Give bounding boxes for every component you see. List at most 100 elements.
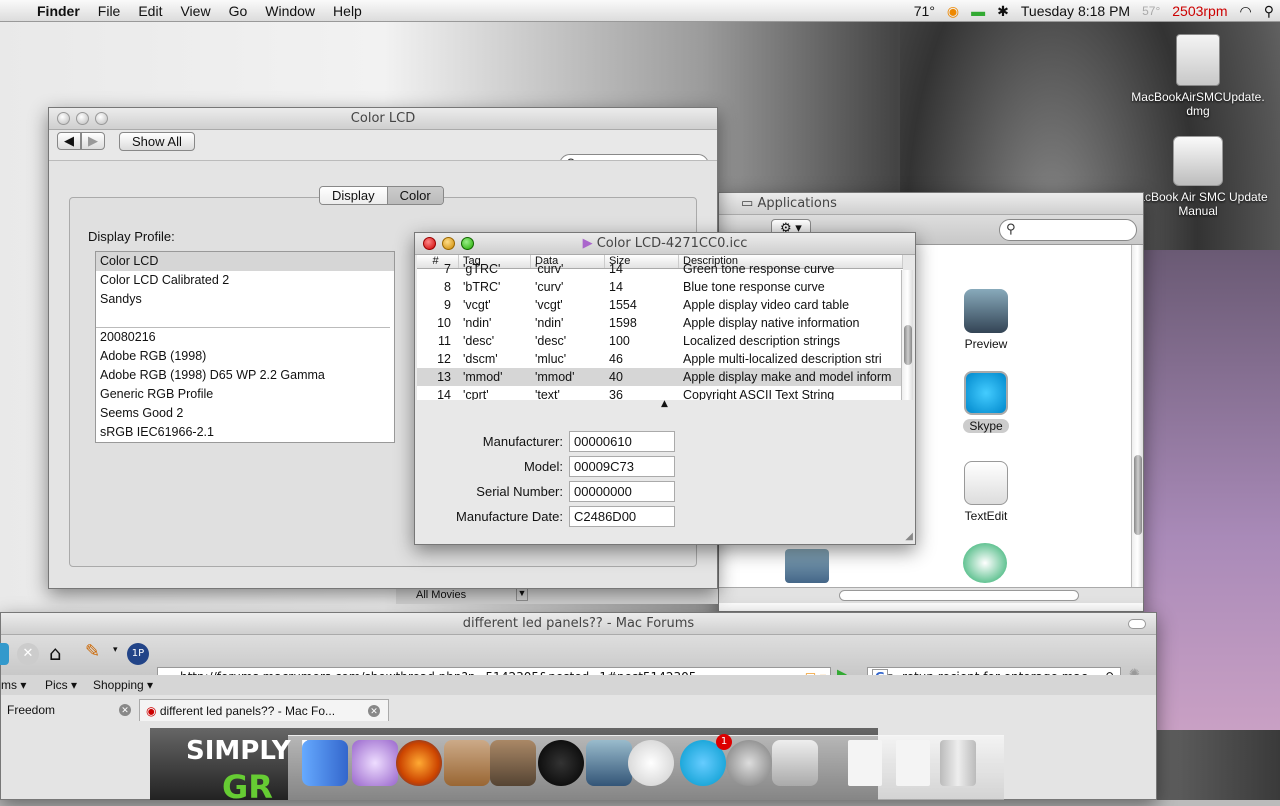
finder-dock-icon[interactable]: [302, 740, 348, 786]
tab-display[interactable]: Display: [320, 187, 388, 204]
menu-view[interactable]: View: [180, 3, 210, 19]
show-all-button[interactable]: Show All: [119, 132, 195, 151]
app-textedit[interactable]: TextEdit: [941, 461, 1031, 523]
pencil-icon[interactable]: ✎: [85, 641, 100, 662]
profile-item[interactable]: 20080216: [96, 328, 394, 347]
desktop-icon-dmg[interactable]: MacBookAirSMCUpdate.dmg: [1128, 34, 1268, 118]
table-row-selected[interactable]: 13'mmod''mmod' 40 Apple display make and m…: [417, 368, 903, 386]
table-row[interactable]: 7'gTRC''curv' 14 Green tone response curve: [417, 260, 903, 278]
table-row[interactable]: 12'dscm''mluc' 46 Apple multi-localized de…: [417, 350, 903, 368]
tab-freedom[interactable]: Freedom ✕: [1, 699, 137, 721]
back-button[interactable]: ◀: [57, 132, 81, 150]
menu-file[interactable]: File: [98, 3, 121, 19]
app-preview[interactable]: Preview: [941, 289, 1031, 351]
status-wifi-orange-icon[interactable]: ◉: [947, 3, 959, 20]
ical-dock-icon[interactable]: [628, 740, 674, 786]
iphoto-dock-icon[interactable]: [490, 740, 536, 786]
tab-different-led-panels[interactable]: ◉ different led panels?? - Mac Fo... ✕: [139, 699, 389, 721]
zoom-button[interactable]: [461, 237, 474, 250]
table-row[interactable]: 8'bTRC''curv' 14 Blue tone response curve: [417, 278, 903, 296]
table-row[interactable]: 10'ndin''ndin' 1598 Apple display native i…: [417, 314, 903, 332]
table-row[interactable]: 14'cprt''text' 36 Copyright ASCII Text Str…: [417, 386, 903, 400]
forward-button[interactable]: ▶: [81, 132, 105, 150]
menu-window[interactable]: Window: [265, 3, 315, 19]
profile-item[interactable]: Generic RGB Profile: [96, 385, 394, 404]
tab-close-icon[interactable]: ✕: [119, 704, 131, 716]
bluetooth-icon[interactable]: ✱: [997, 3, 1009, 20]
app-icon-ladybug[interactable]: [963, 543, 1007, 583]
tab-color[interactable]: Color: [387, 187, 443, 204]
profile-item[interactable]: sRGB IEC61966-2.1: [96, 423, 394, 442]
tag-table[interactable]: # Tag Data Size Description 7'gTRC''curv…: [417, 255, 903, 400]
profile-item[interactable]: Adobe RGB (1998): [96, 347, 394, 366]
app-skype[interactable]: Skype: [941, 371, 1031, 433]
tag-detail-fields: Manufacturer: 00000610 Model: 00009C73 Ser…: [415, 429, 695, 529]
battery-icon[interactable]: ▬: [971, 3, 985, 19]
social-dock-icon[interactable]: [772, 740, 818, 786]
profile-item[interactable]: Seems Good 2: [96, 404, 394, 423]
fan-rpm[interactable]: 2503rpm: [1172, 3, 1227, 19]
split-handle-icon[interactable]: ▲: [661, 399, 668, 409]
preview-dock-icon[interactable]: [586, 740, 632, 786]
serial-number-field[interactable]: 00000000: [569, 481, 675, 502]
minimize-button[interactable]: [76, 112, 89, 125]
resize-grip-icon[interactable]: ◢: [905, 531, 913, 542]
bookmark-folder-shopping[interactable]: Shopping ▾: [93, 675, 153, 695]
document-dock-icon[interactable]: [848, 740, 882, 786]
applications-search-input[interactable]: ⚲: [999, 219, 1137, 241]
display-profile-label: Display Profile:: [88, 229, 175, 244]
table-row[interactable]: 11'desc''desc' 100 Localized description s…: [417, 332, 903, 350]
horizontal-scrollbar[interactable]: [839, 590, 1079, 601]
window-controls: [423, 237, 474, 250]
dashboard-dock-icon[interactable]: [538, 740, 584, 786]
table-scrollbar[interactable]: [901, 270, 913, 400]
pencil-dropdown-icon[interactable]: ▾: [113, 645, 118, 655]
model-field[interactable]: 00009C73: [569, 456, 675, 477]
rtf-document-dock-icon[interactable]: [896, 740, 930, 786]
profile-item[interactable]: Color LCD Calibrated 2: [96, 271, 394, 290]
all-movies-label[interactable]: All Movies: [416, 589, 466, 601]
manufacturer-field[interactable]: 00000610: [569, 431, 675, 452]
clock[interactable]: Tuesday 8:18 PM: [1021, 3, 1130, 19]
desktop-icon-drive[interactable]: MacBook Air SMC Update Manual: [1128, 136, 1268, 218]
color-lcd-titlebar: Color LCD: [49, 108, 717, 130]
skype-badge: 1: [716, 734, 732, 750]
fan-temp[interactable]: 57°: [1142, 4, 1160, 18]
profile-item[interactable]: Sandys: [96, 290, 394, 309]
wifi-icon[interactable]: ◠: [1240, 3, 1252, 20]
bookmark-folder-pics[interactable]: Pics ▾: [45, 675, 77, 695]
home-icon[interactable]: ⌂: [49, 641, 62, 665]
table-row[interactable]: 9'vcgt''vcgt' 1554 Apple display video car…: [417, 296, 903, 314]
profile-item[interactable]: Adobe RGB (1998) D65 WP 2.2 Gamma: [96, 366, 394, 385]
menu-help[interactable]: Help: [333, 3, 362, 19]
profile-item[interactable]: Color LCD: [96, 252, 394, 271]
stop-icon[interactable]: ✕: [17, 643, 39, 665]
bookmark-folder[interactable]: ms ▾: [1, 675, 26, 695]
zoom-button[interactable]: [95, 112, 108, 125]
address-book-dock-icon[interactable]: [444, 740, 490, 786]
skype-dock-icon[interactable]: 1: [680, 734, 732, 786]
app-label: TextEdit: [964, 509, 1008, 523]
minimize-button[interactable]: [442, 237, 455, 250]
reload-icon[interactable]: [0, 643, 9, 665]
vertical-scrollbar[interactable]: [1131, 245, 1143, 590]
firefox-dock-icon[interactable]: [396, 740, 442, 786]
trash-dock-icon[interactable]: [940, 740, 976, 786]
close-button[interactable]: [423, 237, 436, 250]
profile-list[interactable]: Color LCD Color LCD Calibrated 2 Sandys …: [95, 251, 395, 443]
dropdown-arrow-icon[interactable]: ▼: [516, 587, 528, 601]
dock-app-icon[interactable]: [352, 740, 398, 786]
toolbar-toggle-button[interactable]: [1128, 619, 1146, 629]
addon-1p-icon[interactable]: 1P: [127, 643, 149, 665]
spotlight-icon[interactable]: ⚲: [1264, 3, 1274, 20]
manufacture-date-field[interactable]: C2486D00: [569, 506, 675, 527]
menu-finder[interactable]: Finder: [37, 3, 80, 19]
menu-go[interactable]: Go: [229, 3, 248, 19]
menu-edit[interactable]: Edit: [138, 3, 162, 19]
temperature-reading[interactable]: 71°: [914, 3, 935, 19]
utilities-folder-icon[interactable]: [785, 549, 829, 583]
system-preferences-dock-icon[interactable]: [726, 740, 772, 786]
tab-close-icon[interactable]: ✕: [368, 705, 380, 717]
close-button[interactable]: [57, 112, 70, 125]
model-label: Model:: [523, 459, 563, 474]
